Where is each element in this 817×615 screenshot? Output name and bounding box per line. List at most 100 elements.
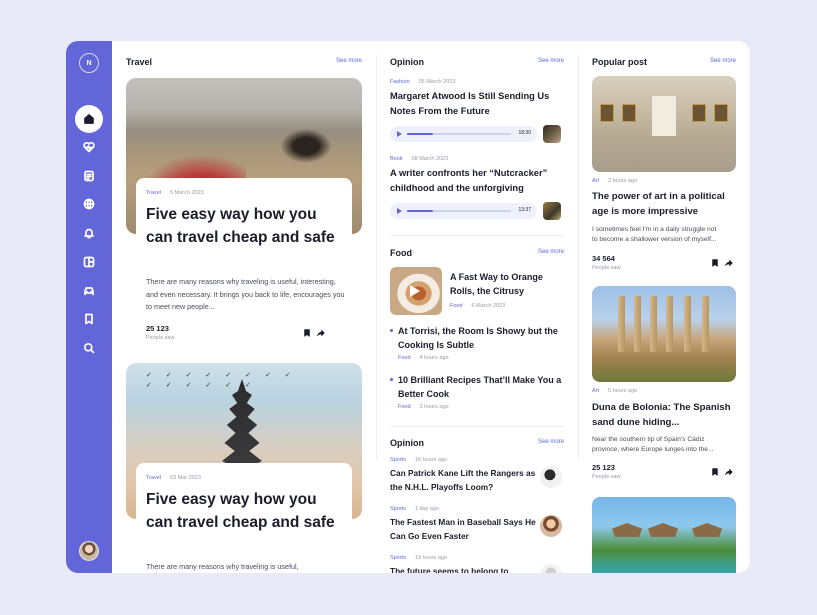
nav-documents[interactable] — [79, 166, 99, 186]
audio-player[interactable]: 18:30 — [390, 126, 537, 142]
article-meta: Food 4 hours ago — [398, 355, 449, 361]
author-avatar[interactable] — [540, 515, 562, 537]
category-tag[interactable]: Art — [592, 388, 599, 394]
see-more-link[interactable]: See more — [336, 58, 362, 64]
nav-notifications[interactable] — [79, 223, 99, 243]
travel-column: Travel See more Travel 5 March 2023 Five… — [126, 41, 362, 573]
post-excerpt: to become a shallower version of myself.… — [592, 236, 717, 243]
category-tag[interactable]: Food — [450, 303, 463, 309]
article-meta: Food 6 March 2023 — [450, 303, 505, 309]
food-video-thumbnail[interactable] — [390, 267, 442, 315]
audio-time: 18:30 — [518, 130, 531, 136]
post-title[interactable]: The power of art in a political age is m… — [592, 189, 736, 219]
bookmark-button[interactable] — [302, 328, 311, 337]
share-button[interactable] — [724, 467, 733, 476]
date: 05 March 2023 — [418, 79, 456, 85]
time: 5 hours ago — [608, 388, 638, 394]
bell-icon — [84, 228, 94, 239]
logo[interactable]: N — [79, 53, 99, 73]
category-tag[interactable]: Sports — [390, 555, 406, 561]
search-icon — [83, 342, 95, 354]
article-meta: Sports 1 day ago — [390, 505, 564, 513]
opinion-header: Opinion See more — [390, 57, 564, 71]
category-tag[interactable]: Fashion — [390, 79, 410, 85]
author-avatar[interactable] — [540, 564, 562, 573]
card-stats: 25 123 People saw — [126, 324, 362, 344]
post-image[interactable] — [592, 76, 736, 172]
column-shape — [684, 296, 691, 352]
author-avatar[interactable] — [540, 466, 562, 488]
article-title[interactable]: A Fast Way to Orange Rolls, the Citrusy — [450, 270, 564, 298]
hut-shape — [648, 523, 678, 537]
travel-card[interactable]: Travel 5 March 2023 Five easy way how yo… — [136, 178, 352, 318]
list-item[interactable]: Sports 1 day ago The Fastest Man in Base… — [390, 505, 564, 549]
see-more-link[interactable]: See more — [538, 439, 564, 445]
category-tag[interactable]: Travel — [146, 190, 161, 196]
painting-shape — [714, 104, 728, 122]
category-tag[interactable]: Book — [390, 156, 403, 162]
article-title[interactable]: The Fastest Man in Baseball Says He Can … — [390, 515, 538, 543]
see-more-link[interactable]: See more — [710, 58, 736, 64]
travel-card[interactable]: Travel 03 Mar 2023 Five easy way how you… — [136, 463, 352, 573]
card-title[interactable]: Five easy way how you can travel cheap a… — [146, 203, 344, 249]
share-button[interactable] — [724, 258, 733, 267]
article-thumbnail[interactable] — [543, 202, 561, 220]
hut-shape — [612, 523, 642, 537]
post-image[interactable] — [592, 286, 736, 382]
article-title[interactable]: A writer confronts her “Nutcracker” chil… — [390, 166, 564, 196]
news-column: Opinion See more Fashion 05 March 2023 M… — [390, 41, 564, 573]
card-title[interactable]: Five easy way how you can travel cheap a… — [146, 488, 344, 534]
user-avatar[interactable] — [79, 541, 99, 561]
audio-player[interactable]: 13:37 — [390, 203, 537, 219]
column-shape — [634, 296, 641, 352]
post-image[interactable] — [592, 497, 736, 573]
post-stats: 34 564 People saw — [592, 254, 736, 274]
article-title[interactable]: Margaret Atwood Is Still Sending Us Note… — [390, 89, 564, 119]
post-title[interactable]: Duna de Bolonia: The Spanish sand dune h… — [592, 400, 736, 430]
travel-header: Travel See more — [126, 57, 362, 71]
nav-globe[interactable] — [79, 194, 99, 214]
bookmark-button[interactable] — [710, 467, 719, 476]
time: 16 hours ago — [414, 457, 448, 463]
post-stats: 25 123 People saw — [592, 463, 736, 483]
article-meta: Sports 16 hours ago — [390, 456, 564, 464]
date: 6 March 2023 — [471, 303, 506, 309]
bookmark-icon — [711, 467, 718, 476]
category-tag[interactable]: Food — [398, 355, 411, 361]
card-meta: Travel 03 Mar 2023 — [146, 474, 352, 482]
section-title: Travel — [126, 57, 153, 67]
list-item[interactable]: Sports 19 hours ago The future seems to … — [390, 554, 564, 573]
nav-search[interactable] — [79, 338, 99, 358]
article-title[interactable]: The future seems to belong to — [390, 564, 538, 573]
play-icon[interactable] — [397, 131, 402, 137]
audio-track[interactable] — [407, 210, 511, 212]
audio-time: 13:37 — [518, 207, 531, 213]
nav-bookmarks[interactable] — [79, 309, 99, 329]
article-thumbnail[interactable] — [543, 125, 561, 143]
nav-home[interactable] — [75, 105, 103, 133]
nav-health[interactable] — [79, 137, 99, 157]
category-tag[interactable]: Sports — [390, 506, 406, 512]
article-title[interactable]: Can Patrick Kane Lift the Rangers as the… — [390, 466, 538, 494]
article-title[interactable]: At Torrisi, the Room Is Showy but the Co… — [398, 324, 564, 352]
nav-layout[interactable] — [79, 252, 99, 272]
category-tag[interactable]: Food — [398, 404, 411, 410]
play-icon[interactable] — [397, 208, 402, 214]
share-icon — [316, 328, 325, 337]
play-icon[interactable] — [410, 285, 420, 297]
nav-cars[interactable] — [79, 281, 99, 301]
category-tag[interactable]: Travel — [146, 475, 161, 481]
bookmark-button[interactable] — [710, 258, 719, 267]
app-window: N Travel See more Travel 5 March 2023 Fi… — [66, 41, 750, 573]
audio-track[interactable] — [407, 133, 511, 135]
see-more-link[interactable]: See more — [538, 249, 564, 255]
category-tag[interactable]: Art — [592, 178, 599, 184]
article-meta: Sports 19 hours ago — [390, 554, 564, 562]
see-more-link[interactable]: See more — [538, 58, 564, 64]
list-bullet — [390, 378, 393, 381]
list-item[interactable]: Sports 16 hours ago Can Patrick Kane Lif… — [390, 456, 564, 500]
share-button[interactable] — [316, 328, 325, 337]
category-tag[interactable]: Sports — [390, 457, 406, 463]
article-title[interactable]: 10 Brilliant Recipes That’ll Make You a … — [398, 373, 564, 401]
painting-shape — [600, 104, 614, 122]
